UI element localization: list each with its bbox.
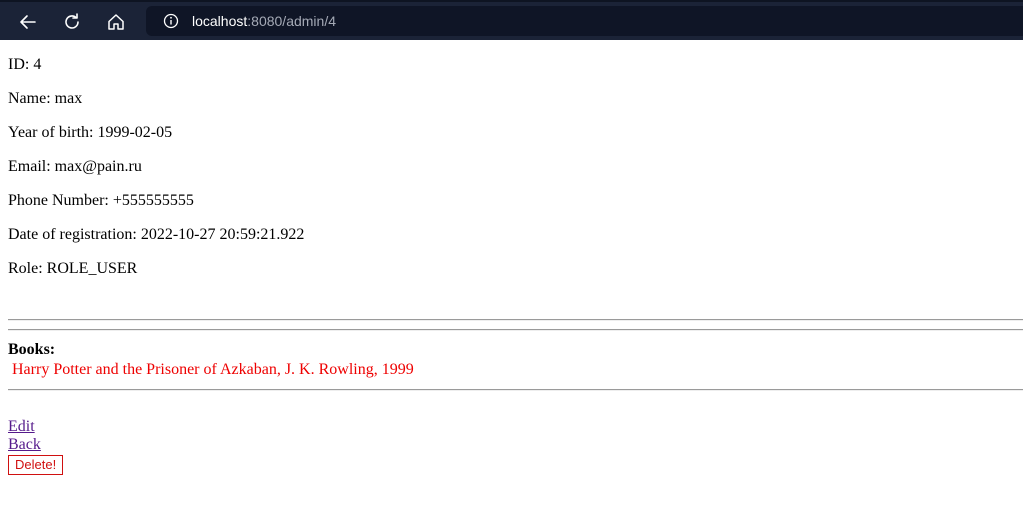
reload-icon[interactable] [58, 8, 86, 36]
divider [8, 389, 1023, 391]
address-bar[interactable]: localhost:8080/admin/4 [146, 6, 1023, 36]
home-icon[interactable] [102, 8, 130, 36]
browser-toolbar: localhost:8080/admin/4 [0, 0, 1023, 40]
edit-link[interactable]: Edit [8, 418, 35, 436]
user-id: ID: 4 [8, 56, 42, 73]
info-icon[interactable] [162, 12, 180, 30]
user-phone: Phone Number: +555555555 [8, 192, 194, 209]
user-role: Role: ROLE_USER [8, 260, 138, 277]
back-link[interactable]: Back [8, 436, 41, 454]
divider [8, 329, 1023, 331]
user-email: Email: max@pain.ru [8, 158, 142, 175]
user-name: Name: max [8, 90, 83, 107]
delete-button[interactable]: Delete! [8, 455, 64, 475]
book-item: Harry Potter and the Prisoner of Azkaban… [12, 361, 414, 378]
url-path: :8080/admin/4 [247, 13, 336, 29]
user-registration-date: Date of registration: 2022-10-27 20:59:2… [8, 226, 305, 243]
user-year-of-birth: Year of birth: 1999-02-05 [8, 124, 173, 141]
url-text[interactable]: localhost:8080/admin/4 [192, 13, 336, 29]
url-host: localhost [192, 13, 248, 29]
back-arrow-icon[interactable] [14, 8, 42, 36]
divider [8, 319, 1023, 321]
books-heading: Books: [8, 341, 56, 358]
